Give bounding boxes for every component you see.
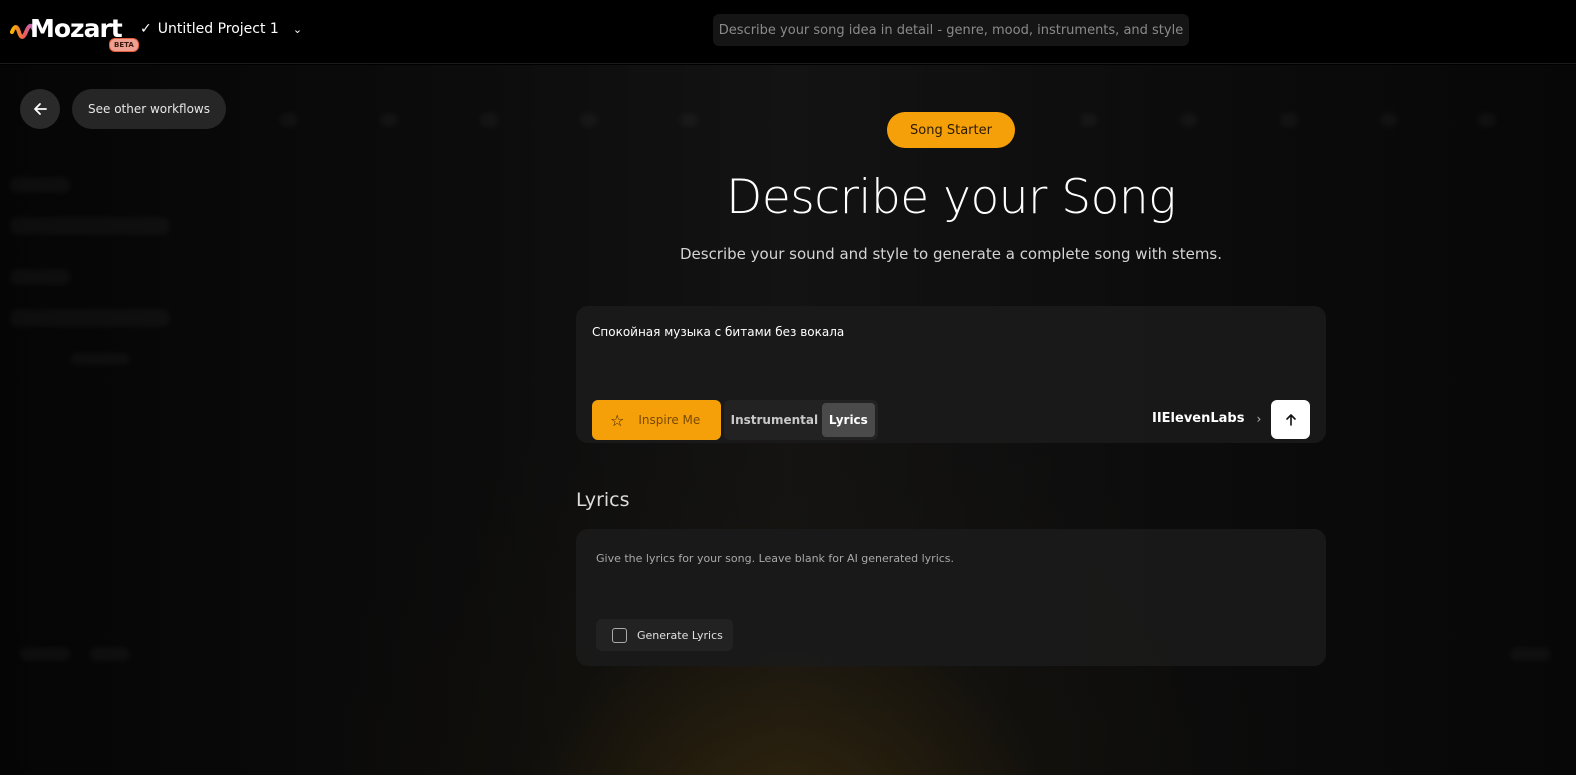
- bg-decoration: [10, 177, 70, 193]
- checkbox-icon[interactable]: [612, 627, 627, 643]
- bg-decoration: [480, 113, 498, 127]
- bg-decoration: [90, 647, 130, 661]
- generate-lyrics-toggle[interactable]: Generate Lyrics: [596, 619, 733, 651]
- mozart-logo[interactable]: Mozart BETA: [10, 14, 140, 52]
- back-button[interactable]: [20, 89, 60, 129]
- see-other-workflows-button[interactable]: See other workflows: [72, 89, 226, 129]
- bg-decoration: [10, 309, 170, 327]
- provider-selector[interactable]: IIElevenLabs ›: [1152, 411, 1261, 426]
- bg-decoration: [10, 217, 170, 235]
- bg-decoration: [1510, 647, 1550, 661]
- lyrics-card[interactable]: Give the lyrics for your song. Leave bla…: [576, 529, 1326, 666]
- lyrics-heading: Lyrics: [576, 489, 630, 511]
- bg-decoration: [680, 113, 698, 127]
- lyrics-input-placeholder[interactable]: Give the lyrics for your song. Leave bla…: [596, 552, 954, 565]
- search-placeholder: Describe your song idea in detail - genr…: [718, 22, 1184, 38]
- arrow-left-icon: [34, 103, 47, 115]
- top-bar: Mozart BETA ✓ Untitled Project 1 ⌄ Descr…: [0, 0, 1576, 64]
- chevron-right-icon: ›: [1256, 411, 1262, 426]
- bg-decoration: [280, 113, 298, 127]
- prompt-card: Спокойная музыка с битами без вокала ☆ I…: [576, 306, 1326, 443]
- project-selector[interactable]: ✓ Untitled Project 1 ⌄: [140, 21, 302, 37]
- arrow-up-icon: [1285, 413, 1296, 426]
- bg-decoration: [1080, 113, 1098, 127]
- logo-text: Mozart: [30, 14, 123, 43]
- inspire-label: Inspire Me: [638, 413, 701, 427]
- bg-decoration: [1180, 113, 1198, 127]
- beta-badge: BETA: [109, 38, 139, 52]
- star-icon: ☆: [610, 410, 625, 430]
- pill-label: Song Starter: [910, 122, 992, 138]
- chevron-down-icon: ⌄: [292, 22, 303, 36]
- page-title: Describe your Song: [726, 170, 1176, 225]
- generate-lyrics-label: Generate Lyrics: [637, 628, 723, 642]
- bg-decoration: [1280, 113, 1298, 127]
- inspire-me-button[interactable]: ☆ Inspire Me: [592, 400, 721, 440]
- bg-decoration: [580, 113, 598, 127]
- prompt-input[interactable]: Спокойная музыка с битами без вокала: [592, 325, 844, 339]
- main-area: See other workflows Song Starter Describ…: [0, 65, 1576, 775]
- page-subtitle: Describe your sound and style to generat…: [679, 245, 1223, 263]
- song-idea-search-input[interactable]: Describe your song idea in detail - genr…: [713, 14, 1189, 46]
- song-starter-pill: Song Starter: [887, 112, 1015, 148]
- bg-decoration: [380, 113, 398, 127]
- bg-decoration: [70, 353, 130, 365]
- mode-toggle: Instrumental Lyrics: [724, 400, 878, 440]
- mode-instrumental[interactable]: Instrumental: [727, 403, 822, 437]
- bg-decoration: [20, 647, 70, 661]
- provider-label: IIElevenLabs: [1152, 411, 1245, 426]
- project-name: Untitled Project 1: [157, 21, 279, 37]
- submit-button[interactable]: [1271, 400, 1310, 439]
- workflows-label: See other workflows: [88, 102, 210, 116]
- bg-decoration: [1478, 113, 1496, 127]
- mode-lyrics[interactable]: Lyrics: [821, 403, 875, 437]
- bg-decoration: [10, 269, 70, 285]
- bg-decoration: [1380, 113, 1398, 127]
- check-icon: ✓: [140, 21, 152, 37]
